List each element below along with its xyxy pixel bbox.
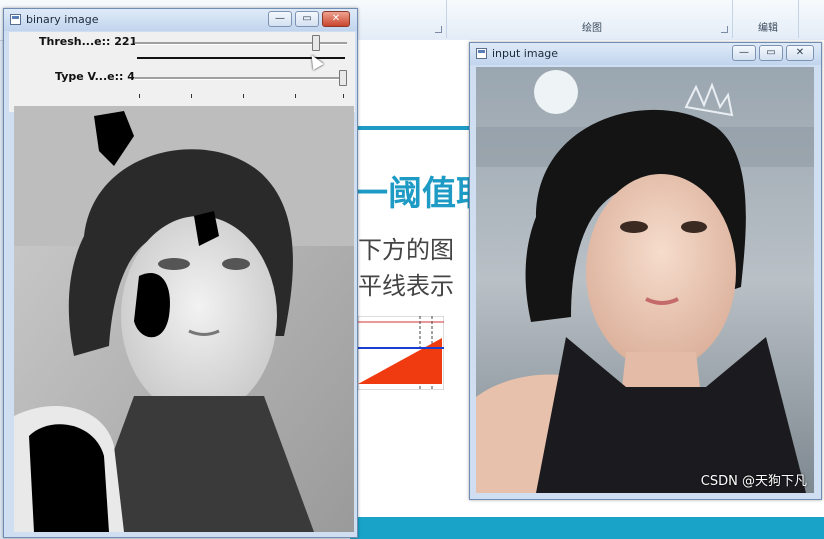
type-trackbar-tick [343, 94, 344, 98]
binary-window-titlebar[interactable]: binary image — ▭ ✕ [4, 9, 357, 31]
type-trackbar-tick [191, 94, 192, 98]
window-app-icon [10, 14, 21, 25]
type-trackbar-tick [243, 94, 244, 98]
window-app-icon [476, 48, 487, 59]
group-expander-icon[interactable] [721, 26, 728, 33]
maximize-button[interactable]: ▭ [759, 45, 783, 61]
slide-text-line-2: 平线表示 [358, 272, 454, 300]
ribbon-group-label-draw: 绘图 [582, 23, 602, 34]
input-window-title: input image [492, 47, 559, 60]
threshold-trackbar-thumb[interactable] [311, 35, 320, 51]
group-expander-icon[interactable] [435, 26, 442, 33]
trackbar-panel: Thresh...e:: 221 Type V...e:: 4 [9, 32, 355, 112]
slide-bottom-strip [350, 517, 824, 539]
type-trackbar-thumb[interactable] [339, 70, 347, 86]
slide-threshold-diagram [358, 316, 444, 390]
slide-text-line-1: 下方的图 [358, 236, 454, 264]
mouse-cursor-icon [306, 51, 324, 71]
type-trackbar-tick [139, 94, 140, 98]
input-window-titlebar[interactable]: input image — ▭ ✕ [470, 43, 821, 65]
close-button[interactable]: ✕ [322, 11, 350, 27]
type-trackbar-label: Type V...e:: 4 [55, 70, 135, 83]
watermark-text: CSDN @天狗下凡 [700, 474, 807, 489]
slide-accent-bar [350, 126, 470, 130]
ribbon-group-label-edit: 编辑 [758, 23, 778, 34]
threshold-trackbar-label: Thresh...e:: 221 [39, 35, 138, 48]
binary-window-title: binary image [26, 13, 99, 26]
input-image-canvas [476, 67, 814, 493]
minimize-button[interactable]: — [732, 45, 756, 61]
input-image-window: input image — ▭ ✕ CSDN @天狗下凡 [469, 42, 822, 500]
type-trackbar-tick [295, 94, 296, 98]
binary-image-window: binary image — ▭ ✕ Thresh...e:: 221 Type… [3, 8, 358, 538]
minimize-button[interactable]: — [268, 11, 292, 27]
binary-image-canvas [14, 106, 354, 532]
type-trackbar-groove[interactable] [135, 77, 347, 80]
ribbon-group-draw: 绘图 [452, 0, 733, 38]
maximize-button[interactable]: ▭ [295, 11, 319, 27]
ribbon-group-edit: 编辑 [738, 0, 799, 38]
close-button[interactable]: ✕ [786, 45, 814, 61]
